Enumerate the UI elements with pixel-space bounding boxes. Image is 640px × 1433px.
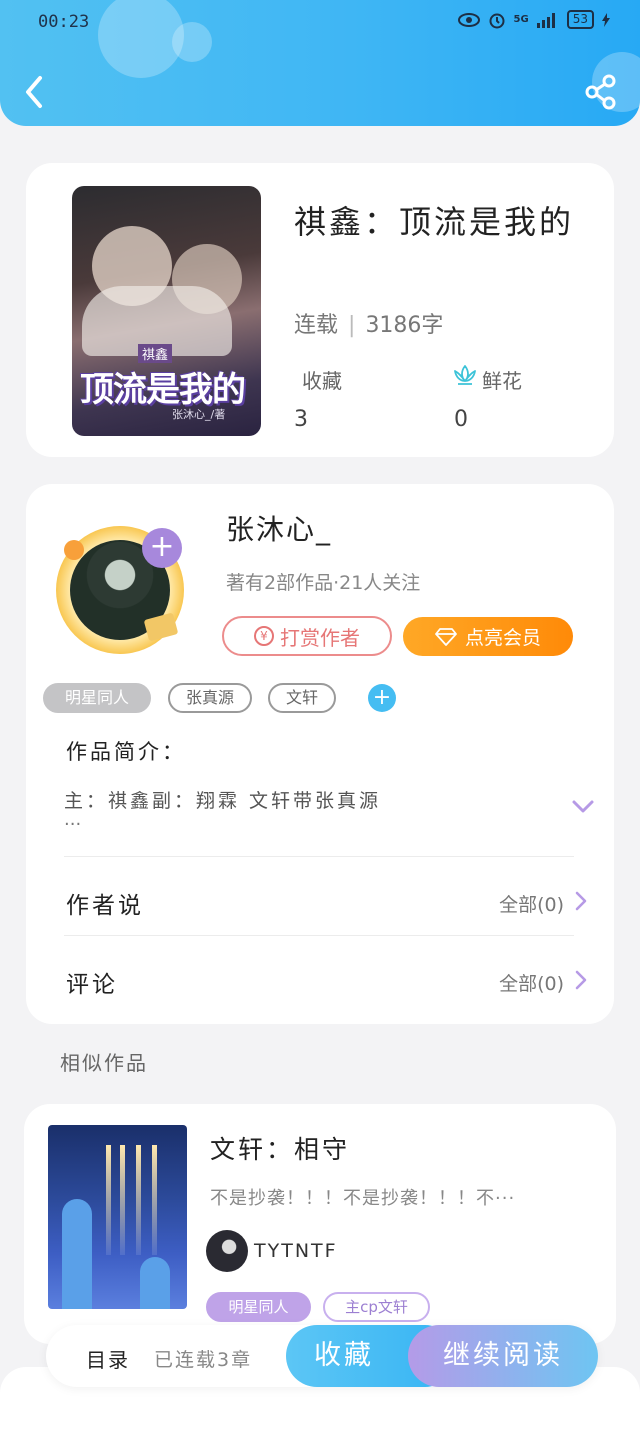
tag-chip[interactable]: 文轩 bbox=[268, 683, 336, 713]
follow-author-button[interactable]: + bbox=[142, 528, 182, 568]
add-tag-button[interactable]: + bbox=[368, 684, 396, 712]
intro-text: 主：祺鑫副：翔霖 文轩带张真源 bbox=[64, 790, 382, 812]
favorites-count: 3 bbox=[294, 407, 308, 432]
author-says-label: 作者说 bbox=[66, 893, 144, 919]
chevron-down-icon[interactable] bbox=[571, 799, 595, 815]
chapter-count: 已连载3章 bbox=[154, 1349, 253, 1371]
similar-tag-chip[interactable]: 明星同人 bbox=[206, 1292, 311, 1322]
similar-tag-chip[interactable]: 主cp文轩 bbox=[323, 1292, 430, 1322]
intro-ellipsis: ··· bbox=[64, 814, 82, 835]
cover-light-reflection bbox=[136, 1145, 141, 1255]
cover-light-reflection bbox=[106, 1145, 111, 1255]
similar-section-title: 相似作品 bbox=[60, 1051, 148, 1075]
share-button[interactable] bbox=[584, 74, 618, 110]
continue-reading-button[interactable]: 继续阅读 bbox=[408, 1325, 598, 1387]
similar-author-name: TYTNTF bbox=[254, 1240, 338, 1262]
cover-author: 张沐心_/著 bbox=[172, 408, 226, 421]
vip-label: 点亮会员 bbox=[464, 627, 541, 649]
cover-light-reflection bbox=[120, 1145, 125, 1255]
cover-figure bbox=[62, 1199, 92, 1309]
share-icon bbox=[585, 74, 616, 110]
similar-book-desc: 不是抄袭！！！不是抄袭！！！不··· bbox=[210, 1188, 516, 1209]
book-status: 连载 | 3186字 bbox=[294, 307, 443, 339]
serial-status: 连载 bbox=[294, 313, 339, 338]
flowers-count: 0 bbox=[454, 407, 468, 432]
header-decor-bubble bbox=[172, 22, 212, 62]
similar-book-title: 文轩：相守 bbox=[210, 1135, 351, 1164]
tip-author-button[interactable]: ¥ 打赏作者 bbox=[222, 616, 392, 656]
bottom-action-bar: 目录 已连载3章 收藏 继续阅读 bbox=[46, 1325, 598, 1387]
book-info-card: 祺鑫 顶流是我的 张沐心_/著 祺鑫：顶流是我的 连载 | 3186字 收藏 3 鲜… bbox=[26, 163, 614, 457]
tag-chip[interactable]: 张真源 bbox=[168, 683, 252, 713]
chevron-right-icon bbox=[575, 970, 587, 990]
comments-label: 评论 bbox=[66, 972, 118, 998]
yen-icon: ¥ bbox=[254, 626, 274, 646]
header-decor-bubble bbox=[98, 0, 184, 78]
table-of-contents-button[interactable]: 目录 bbox=[86, 1344, 130, 1373]
author-card: + 张沐心_ 著有2部作品·21人关注 ¥ 打赏作者 点亮会员 明星同人 张真源… bbox=[26, 484, 614, 1024]
tag-chip[interactable]: 明星同人 bbox=[43, 683, 151, 713]
chevron-left-icon bbox=[26, 76, 42, 108]
comments-count: 全部(0) bbox=[499, 973, 564, 995]
favorites-label: 收藏 bbox=[302, 369, 342, 393]
header: 00:23 5G 53 bbox=[0, 0, 640, 126]
divider bbox=[64, 935, 574, 936]
network-type: 5G bbox=[513, 14, 529, 25]
author-meta: 著有2部作品·21人关注 bbox=[226, 572, 421, 594]
back-button[interactable] bbox=[20, 72, 54, 112]
similar-author-avatar bbox=[206, 1230, 248, 1272]
intro-title: 作品简介： bbox=[66, 740, 186, 764]
chevron-right-icon bbox=[575, 891, 587, 911]
status-time: 00:23 bbox=[38, 12, 90, 32]
author-says-count: 全部(0) bbox=[499, 894, 564, 916]
book-cover[interactable]: 祺鑫 顶流是我的 张沐心_/著 bbox=[72, 186, 261, 436]
cover-tag: 祺鑫 bbox=[138, 344, 173, 363]
separator: | bbox=[348, 313, 356, 338]
tip-author-label: 打赏作者 bbox=[280, 625, 360, 650]
diamond-icon bbox=[435, 627, 457, 646]
cover-light-reflection bbox=[152, 1145, 157, 1255]
divider bbox=[64, 856, 574, 857]
signal-icon bbox=[536, 12, 555, 28]
word-count: 3186字 bbox=[365, 313, 444, 338]
similar-book-card[interactable]: 文轩：相守 不是抄袭！！！不是抄袭！！！不··· TYTNTF 明星同人 主cp… bbox=[24, 1104, 616, 1344]
book-title: 祺鑫：顶流是我的 bbox=[294, 203, 575, 241]
vip-button[interactable]: 点亮会员 bbox=[403, 617, 573, 656]
similar-book-cover[interactable] bbox=[48, 1125, 187, 1309]
charging-icon bbox=[602, 12, 610, 27]
cover-figure bbox=[140, 1257, 170, 1309]
alarm-icon bbox=[489, 13, 505, 28]
flowers-label: 鲜花 bbox=[482, 369, 522, 393]
author-name[interactable]: 张沐心_ bbox=[226, 508, 332, 548]
cover-title: 顶流是我的 bbox=[80, 370, 246, 410]
flower-icon bbox=[454, 365, 476, 385]
eye-icon bbox=[457, 12, 480, 27]
battery-indicator: 53 bbox=[566, 10, 594, 29]
status-icons: 5G 53 bbox=[457, 10, 610, 29]
